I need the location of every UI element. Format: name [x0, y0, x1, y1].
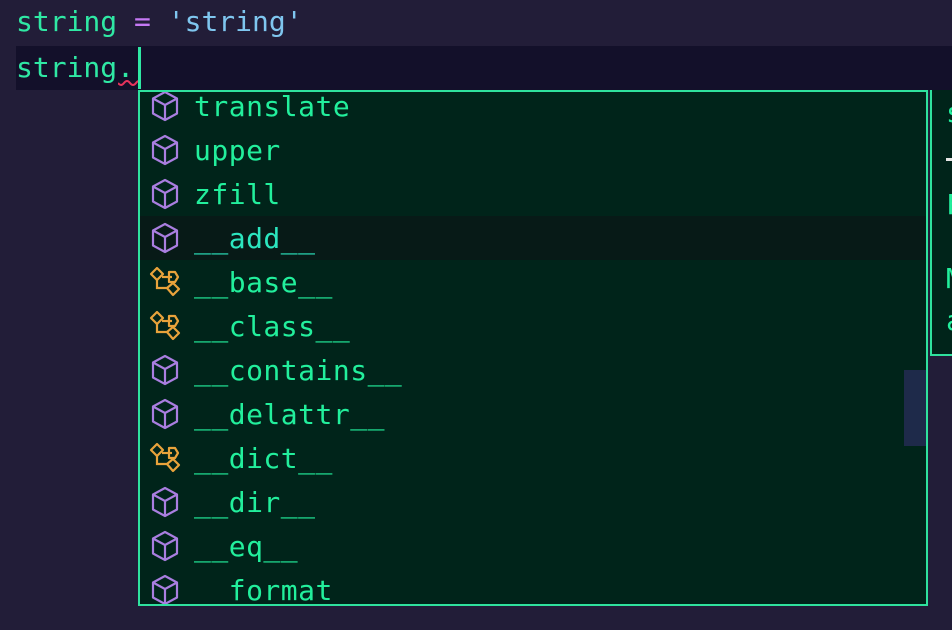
suggestion-label: __class__: [194, 309, 351, 343]
suggestion-label: zfill: [194, 177, 281, 211]
suggestion-label: __dict__: [194, 441, 333, 475]
method-cube-icon: [148, 353, 182, 387]
method-cube-icon: [148, 485, 182, 519]
suggestion-item[interactable]: __contains__: [140, 348, 926, 392]
details-line: s: [946, 96, 952, 129]
suggestion-label: translate: [194, 90, 351, 123]
string-literal: 'string': [167, 5, 303, 38]
suggestion-item[interactable]: zfill: [140, 172, 926, 216]
suggestion-item[interactable]: __delattr__: [140, 392, 926, 436]
suggestion-label: __add__: [194, 221, 316, 255]
suggestion-item[interactable]: __add__: [140, 216, 926, 260]
code-line-2-current[interactable]: string.: [16, 46, 952, 90]
suggestion-label: upper: [194, 133, 281, 167]
method-cube-icon: [148, 177, 182, 211]
method-cube-icon: [148, 221, 182, 255]
suggestion-item[interactable]: __eq__: [140, 524, 926, 568]
suggestion-item[interactable]: __base__: [140, 260, 926, 304]
code-line-1[interactable]: string = 'string': [16, 0, 303, 44]
details-divider: [946, 158, 952, 161]
suggestion-item[interactable]: __dir__: [140, 480, 926, 524]
suggestion-list[interactable]: translate upper zfill __add__ __base__ _…: [140, 90, 926, 606]
method-cube-icon: [148, 529, 182, 563]
code-editor[interactable]: string = 'string' string. translate uppe…: [0, 0, 952, 630]
identifier: string: [16, 5, 118, 38]
assign-operator: =: [117, 5, 168, 38]
field-class-icon: [148, 309, 182, 343]
suggestion-item[interactable]: __dict__: [140, 436, 926, 480]
scrollbar-thumb[interactable]: [904, 370, 926, 446]
suggestion-details-panel: s F M a: [930, 90, 952, 356]
suggestion-item[interactable]: __class__: [140, 304, 926, 348]
error-squiggle: [118, 80, 140, 86]
details-line: a: [946, 304, 952, 337]
method-cube-icon: [148, 397, 182, 431]
field-class-icon: [148, 441, 182, 475]
suggestion-label: __base__: [194, 265, 333, 299]
method-cube-icon: [148, 92, 182, 123]
autocomplete-popup[interactable]: translate upper zfill __add__ __base__ _…: [138, 90, 928, 606]
details-line: F: [946, 188, 952, 221]
method-cube-icon: [148, 133, 182, 167]
suggestion-label: __dir__: [194, 485, 316, 519]
identifier: string: [16, 51, 118, 84]
suggestion-label: __format: [194, 573, 333, 606]
suggestion-item[interactable]: __format: [140, 568, 926, 606]
suggestion-label: __delattr__: [194, 397, 385, 431]
suggestion-item[interactable]: translate: [140, 90, 926, 128]
method-cube-icon: [148, 573, 182, 604]
details-line: M: [946, 262, 952, 295]
suggestion-item[interactable]: upper: [140, 128, 926, 172]
field-class-icon: [148, 265, 182, 299]
suggestion-label: __contains__: [194, 353, 403, 387]
suggestion-label: __eq__: [194, 529, 299, 563]
text-cursor: [138, 47, 141, 89]
